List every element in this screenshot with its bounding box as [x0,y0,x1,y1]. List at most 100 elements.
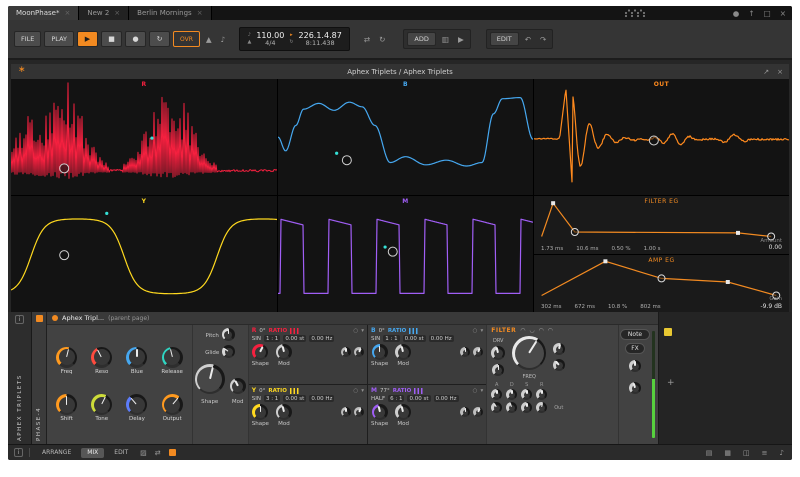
edit-view-button[interactable]: EDIT [108,448,134,458]
osc-phase[interactable]: 0° [259,388,265,394]
track-rack-strip[interactable]: i APHEX TRIPLETS [8,312,32,444]
osc-letter[interactable]: B [371,327,376,334]
info-icon[interactable]: i [15,315,24,324]
mod-source-handle[interactable] [342,156,351,165]
knob[interactable] [252,404,268,420]
add-track-button[interactable]: ADD [407,32,435,46]
eg-value[interactable]: 1.73 ms [541,246,563,252]
quantize-icon[interactable]: ♪ [218,35,229,44]
filter-eg-r-knob[interactable]: R [536,382,547,400]
tab-close-icon[interactable]: × [114,9,120,17]
play-small-icon[interactable]: ▶ [455,35,467,44]
mod-source-handle[interactable] [60,251,69,260]
punch-out-icon[interactable]: ↻ [376,35,388,44]
osc-waveform[interactable]: HALF [371,396,385,402]
osc-letter[interactable]: M [371,387,377,394]
osc-ratio[interactable]: 3 : 1 [264,395,280,402]
macro-knob-output[interactable]: Output [162,394,183,422]
osc-semitones[interactable]: 0.00 st [283,335,306,342]
knob[interactable] [354,347,364,357]
knob[interactable] [460,347,470,357]
overdub-button[interactable]: OVR [173,31,200,47]
osc-ratio[interactable]: 6 : 1 [388,395,404,402]
macro-knob-tone[interactable]: Tone [91,394,112,422]
knob[interactable] [629,360,641,372]
knob[interactable] [341,347,351,357]
macro-knob-release[interactable]: Release [161,347,183,375]
knob[interactable] [395,404,411,420]
mixer-panel-icon[interactable]: ▦ [722,449,733,457]
knob[interactable] [341,407,351,417]
loop-button[interactable]: ↻ [149,31,170,47]
dual-panel-icon[interactable]: ◫ [741,449,752,457]
note-panel-icon[interactable]: ♪ [778,449,786,457]
device-collapse-strip[interactable]: PHASE-4 [32,312,47,444]
track-color-chip[interactable] [664,328,672,336]
osc-ratio[interactable]: 1 : 1 [264,335,280,342]
knob[interactable] [372,344,388,360]
knob[interactable] [553,359,565,371]
eg-value[interactable]: 10.6 ms [576,246,598,252]
knob[interactable] [91,347,112,368]
macro-knob-blue[interactable]: Blue [126,347,147,375]
eg-value[interactable]: 302 ms [541,304,561,310]
osc-waveform[interactable]: SIN [371,336,380,342]
osc-dropdown-icon[interactable]: ▾ [480,328,483,334]
osc-phase[interactable]: 77° [380,388,390,394]
osc-power-icon[interactable]: ○ [353,388,358,394]
knob[interactable] [536,402,547,413]
knob[interactable] [56,347,77,368]
osc-power-icon[interactable]: ○ [473,388,478,394]
knob[interactable] [473,347,483,357]
knob[interactable] [230,378,246,394]
eg-value[interactable]: 802 ms [640,304,660,310]
osc-dropdown-icon[interactable]: ▾ [361,328,364,334]
macro-knob-freq[interactable]: Freq [56,347,77,375]
eg-handle-ring[interactable] [658,274,665,281]
help-info-icon[interactable]: i [14,448,23,457]
knob[interactable] [521,402,532,413]
macro-knob-shift[interactable]: Shift [56,394,77,422]
eg-value[interactable]: 0.50 % [611,246,630,252]
redo-icon[interactable]: ↷ [537,35,549,44]
swap-tool-icon[interactable]: ⇄ [153,449,163,457]
arrange-view-button[interactable]: ARRANGE [36,448,77,458]
file-button[interactable]: FILE [14,31,41,47]
time-signature-value[interactable]: 4/4 [265,40,275,47]
osc-power-icon[interactable]: ○ [473,328,478,334]
play-menu-button[interactable]: PLAY [44,31,74,47]
knob[interactable] [395,344,411,360]
knob[interactable] [276,344,292,360]
amount-value[interactable]: 0.00 [769,244,782,251]
knob[interactable] [536,389,547,400]
punch-in-icon[interactable]: ⇄ [361,35,373,44]
knob[interactable] [91,394,112,415]
knob[interactable] [126,394,147,415]
knob[interactable] [553,343,565,355]
knob[interactable] [491,346,505,360]
eg-value[interactable]: 10.8 % [608,304,627,310]
status-dot-icon[interactable]: ● [733,9,740,18]
osc-letter[interactable]: Y [252,387,256,394]
play-button[interactable]: ▶ [77,31,98,47]
meter-bars-icon[interactable]: ▥ [439,35,452,44]
device-power-icon[interactable] [52,315,58,321]
add-device-icon[interactable]: + [667,378,675,388]
note-section-button[interactable]: Note [620,329,650,340]
knob[interactable] [506,402,517,413]
knob[interactable] [372,404,388,420]
osc-mode[interactable]: RATIO [388,328,407,334]
close-panel-icon[interactable]: × [777,68,783,76]
filter-eg-a-knob[interactable]: A [491,382,502,400]
mod-source-handle[interactable] [60,164,69,173]
knob[interactable] [629,382,641,394]
osc-semitones[interactable]: 0.00 st [283,395,306,402]
fx-section-button[interactable]: FX [625,343,645,354]
gain-value[interactable]: -9.9 dB [760,303,782,310]
mix-view-button[interactable]: MIX [81,448,104,458]
eg-handle-ring[interactable] [571,229,578,236]
remote-controls-icon[interactable]: ∗ [18,65,26,75]
osc-phase[interactable]: 0° [259,328,265,334]
mod-source-handle[interactable] [649,136,658,145]
knob[interactable] [162,347,183,368]
